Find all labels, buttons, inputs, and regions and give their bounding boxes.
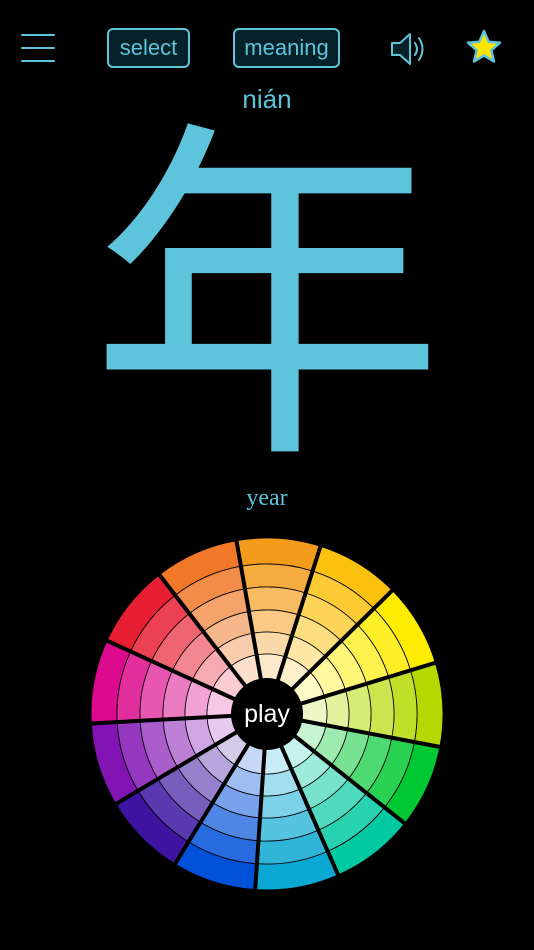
meaning-button[interactable]: meaning [233,28,340,68]
star-icon[interactable] [465,28,503,66]
hamburger-menu-icon[interactable] [21,34,55,62]
select-button[interactable]: select [107,28,190,68]
menu-bar [21,60,55,62]
menu-bar [21,34,55,36]
speaker-icon[interactable] [389,30,429,68]
play-button[interactable]: play [231,678,303,750]
meaning-label: year [246,485,288,511]
wheel-segment[interactable] [344,683,372,734]
top-toolbar: select meaning [0,0,534,96]
chinese-character: 年 [89,93,445,507]
menu-bar [21,47,55,49]
